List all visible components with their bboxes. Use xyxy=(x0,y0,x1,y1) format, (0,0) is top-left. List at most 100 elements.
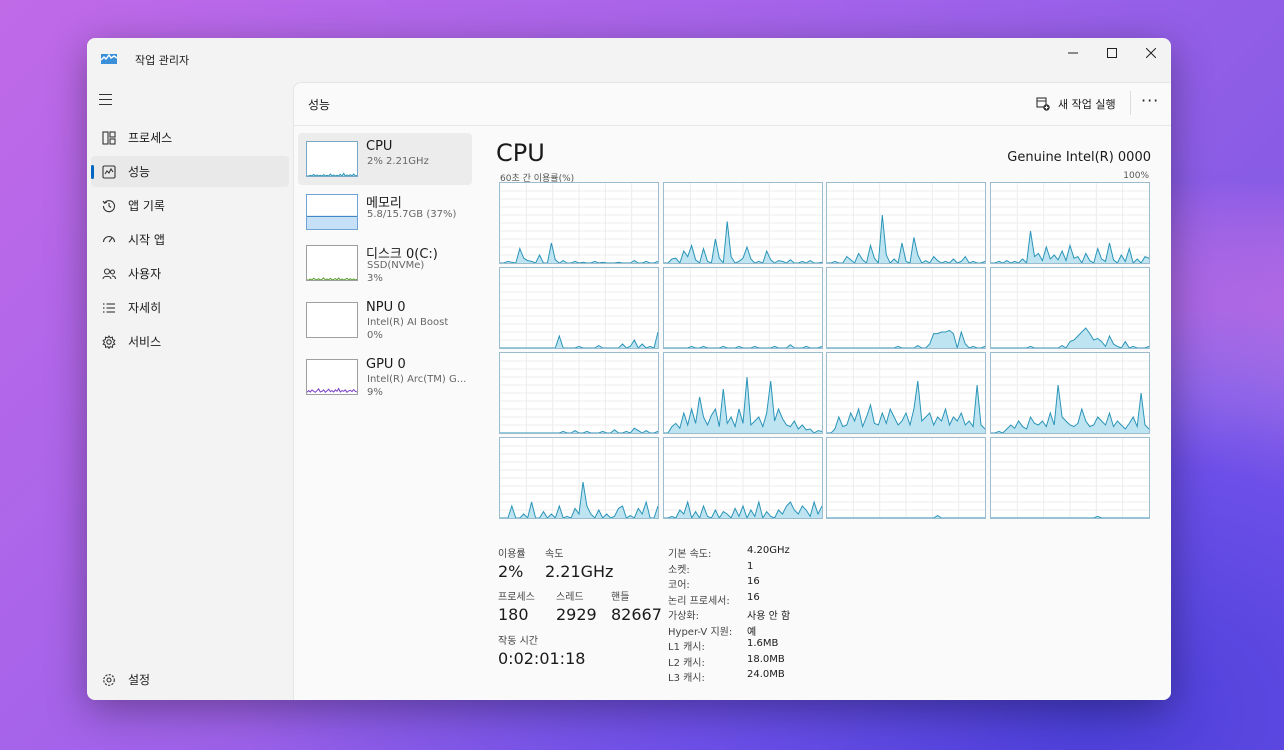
performance-content: 성능 새 작업 실행 ··· CPU 2% 2.21GHz 메모리 5.8/15… xyxy=(293,82,1171,700)
device-item-gpu[interactable]: GPU 0 Intel(R) Arc(TM) G... 9% xyxy=(298,351,472,403)
gpu-thumbnail-line xyxy=(307,387,357,394)
spec-label: 소켓: xyxy=(668,564,690,576)
header-divider xyxy=(1130,91,1131,115)
disk-thumbnail-line xyxy=(307,277,357,280)
device-usage: 3% xyxy=(367,273,383,284)
logical-processor-graph xyxy=(826,352,987,434)
sidebar-item-services[interactable]: 서비스 xyxy=(91,326,289,357)
cpu-thumbnail-graph xyxy=(306,141,358,177)
logical-processor-graph xyxy=(989,437,1150,519)
navigation-sidebar: 프로세스 성능 앱 기록 시작 앱 사용자 자세히 서비스 설정 xyxy=(87,82,293,700)
sidebar-item-users[interactable]: 사용자 xyxy=(91,258,289,289)
task-manager-window: 작업 관리자 프로세스 성능 앱 기록 시작 앱 사용자 자세히 서비스 설정 … xyxy=(87,38,1171,700)
logical-processor-graph xyxy=(989,352,1150,434)
handles-label: 핸들 xyxy=(611,592,630,603)
users-icon xyxy=(100,265,118,283)
maximize-button[interactable] xyxy=(1092,38,1132,68)
cpu-core-chart xyxy=(500,438,659,519)
spec-label: 기본 속도: xyxy=(668,549,712,560)
device-name: GPU 0 xyxy=(366,357,406,372)
sidebar-item-label: 앱 기록 xyxy=(128,199,165,213)
logical-processor-graph xyxy=(662,267,823,349)
cpu-heading: CPU xyxy=(496,139,545,167)
sidebar-item-label: 성능 xyxy=(128,165,151,179)
logical-processor-graphs xyxy=(499,182,1151,521)
close-button[interactable] xyxy=(1131,38,1171,68)
logical-processor-graph xyxy=(499,267,659,349)
new-task-button[interactable]: 새 작업 실행 xyxy=(1036,93,1116,115)
spec-value: 16 xyxy=(747,576,760,587)
cpu-core-chart xyxy=(827,268,986,350)
spec-value: 1 xyxy=(747,560,754,572)
gpu-thumbnail-graph xyxy=(306,359,358,395)
device-detail: 5.8/15.7GB (37%) xyxy=(367,209,457,220)
logical-processor-graph xyxy=(499,182,659,264)
settings-icon xyxy=(100,671,118,689)
cpu-model-name: Genuine Intel(R) 0000 xyxy=(1007,150,1151,165)
spec-label: 가상화: xyxy=(668,611,699,622)
npu-thumbnail-chart xyxy=(307,303,357,337)
new-task-label: 새 작업 실행 xyxy=(1058,98,1116,111)
handles-value: 82667 xyxy=(611,605,662,624)
device-item-cpu[interactable]: CPU 2% 2.21GHz xyxy=(298,133,472,185)
cpu-core-chart xyxy=(663,268,822,349)
spec-value: 사용 안 함 xyxy=(747,611,791,622)
gpu-thumbnail-chart xyxy=(307,387,357,394)
cpu-core-chart xyxy=(500,353,659,434)
spec-value: 16 xyxy=(747,591,760,603)
logical-processor-graph xyxy=(662,182,823,265)
maximize-icon xyxy=(1107,48,1117,58)
sidebar-item-settings[interactable]: 설정 xyxy=(91,664,289,695)
cpu-core-chart xyxy=(827,438,986,519)
uptime-label: 작동 시간 xyxy=(498,636,538,647)
cpu-thumbnail-line xyxy=(307,172,357,176)
minimize-button[interactable] xyxy=(1053,38,1093,68)
memory-thumbnail-chart xyxy=(307,215,357,229)
cpu-core-chart xyxy=(500,183,659,264)
task-manager-app-icon xyxy=(101,53,117,64)
uptime-value: 0:02:01:18 xyxy=(498,649,586,668)
device-name: CPU xyxy=(366,139,393,154)
cpu-core-chart xyxy=(990,438,1149,519)
cpu-core-chart xyxy=(990,268,1149,349)
cpu-core-chart xyxy=(663,183,822,265)
sidebar-item-processes[interactable]: 프로세스 xyxy=(91,122,289,153)
sidebar-item-app-history[interactable]: 앱 기록 xyxy=(91,190,289,221)
sidebar-item-label: 시작 앱 xyxy=(128,233,165,247)
device-detail: Intel(R) Arc(TM) G... xyxy=(367,374,467,385)
device-usage: 0% xyxy=(367,330,383,341)
details-icon xyxy=(100,299,118,317)
spec-label: Hyper-V 지원: xyxy=(668,626,733,638)
spec-label: L3 캐시: xyxy=(668,673,705,684)
app-history-icon xyxy=(100,197,118,215)
more-options-icon[interactable]: ··· xyxy=(1141,91,1159,110)
device-detail: Intel(R) AI Boost xyxy=(367,317,449,328)
device-item-memory[interactable]: 메모리 5.8/15.7GB (37%) xyxy=(298,186,472,238)
minimize-icon xyxy=(1068,52,1078,54)
spec-label: L2 캐시: xyxy=(668,657,705,669)
device-item-npu[interactable]: NPU 0 Intel(R) AI Boost 0% xyxy=(298,294,472,346)
sidebar-item-performance[interactable]: 성능 xyxy=(91,156,289,187)
performance-icon xyxy=(100,163,118,181)
disk-thumbnail-chart xyxy=(307,277,357,280)
startup-apps-icon xyxy=(100,231,118,249)
hamburger-menu-icon[interactable] xyxy=(99,94,115,108)
device-usage: 9% xyxy=(367,387,383,398)
sidebar-item-details[interactable]: 자세히 xyxy=(91,292,289,323)
spec-value: 1.6MB xyxy=(747,638,779,649)
logical-processor-graph xyxy=(989,267,1150,349)
npu-thumbnail-graph xyxy=(306,302,358,338)
sidebar-item-startup-apps[interactable]: 시작 앱 xyxy=(91,224,289,255)
cpu-core-chart xyxy=(827,183,986,265)
services-icon xyxy=(100,333,118,351)
sidebar-item-label: 프로세스 xyxy=(128,131,173,145)
spec-value: 18.0MB xyxy=(747,653,785,665)
device-item-disk[interactable]: 디스크 0(C:) SSD(NVMe) 3% xyxy=(298,237,472,289)
sidebar-item-label: 자세히 xyxy=(128,301,162,315)
spec-label: L1 캐시: xyxy=(668,642,705,653)
utilization-value: 2% xyxy=(498,562,524,581)
sidebar-item-label: 설정 xyxy=(128,673,151,687)
sidebar-item-label: 사용자 xyxy=(128,267,162,281)
title-bar[interactable]: 작업 관리자 xyxy=(87,38,1171,82)
speed-label: 속도 xyxy=(545,549,564,560)
